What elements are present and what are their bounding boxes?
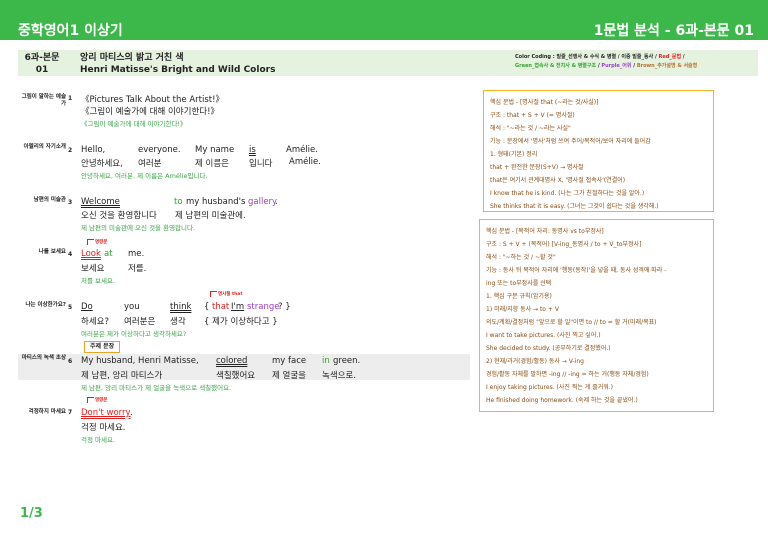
- korean-translation: 여러분은 제가 이상하다고 생각하세요?: [81, 330, 187, 338]
- grammar-tag: 명령문: [87, 237, 107, 245]
- row-label: 나를 보세요: [38, 249, 66, 255]
- row-label: 나는 이상한가요?: [25, 302, 66, 308]
- color-coding-legend: Color Coding : 밑줄_선행사 & 수식 & 병렬 / 이중 밑줄_…: [515, 54, 698, 69]
- korean-translation: 제 남편의 미술관에 오신 것을 환영합니다.: [81, 224, 196, 232]
- english-sentence: 《Pictures Talk About the Artist!》: [81, 95, 224, 105]
- book-title: 중학영어1 이상기: [18, 23, 123, 39]
- grammar-tag: 명사절 that: [210, 289, 243, 297]
- row-number: 3: [68, 199, 73, 206]
- row-number: 7: [68, 409, 73, 416]
- lesson-title-ko: 앙리 마티스의 밝고 거친 색: [80, 53, 184, 63]
- korean-translation: 저를 보세요.: [81, 277, 116, 285]
- korean-translation: 걱정 마세요.: [81, 436, 116, 444]
- grammar-box-gerund-vs-infinitive: 핵심 문법 - [목적어 자리: 동명사 vs to부정사] 구조 : S + …: [479, 219, 714, 412]
- row-number: 5: [68, 304, 73, 311]
- lesson-code: 6과-본문 01: [24, 53, 60, 75]
- page-number: 1/3: [20, 506, 43, 521]
- lesson-header: 6과-본문 01 앙리 마티스의 밝고 거친 색 Henri Matisse's…: [18, 50, 758, 76]
- korean-translation: 《그림이 예술가에 대해 이야기한다!》: [81, 120, 187, 128]
- grammar-box-noun-clause: 핵심 문법 - [명사절 that (~라는 것/사실)] 구조 : that …: [483, 90, 714, 212]
- korean-chunks: 《그림이 예술가에 대해 이야기한다!》: [81, 107, 219, 117]
- row-number: 6: [68, 358, 73, 365]
- row-number: 4: [68, 251, 73, 258]
- korean-translation: 제 남편, 앙리 마티스가 제 얼굴을 녹색으로 색칠했어요.: [81, 384, 232, 392]
- row-number: 1: [68, 95, 73, 102]
- korean-chunks: 걱정 마세요.: [81, 423, 126, 433]
- row-label: 걱정하지 마세요: [28, 409, 66, 415]
- section-title: 1문법 분석 - 6과-본문 01: [593, 23, 754, 39]
- grammar-tag: 명령문: [87, 395, 107, 403]
- row-label: 아멜리의 자기소개: [23, 144, 66, 150]
- korean-translation: 안녕하세요, 여러분. 제 이름은 Amélie입니다.: [81, 172, 208, 180]
- row-label: 그림이 말하는 예술가: [21, 94, 66, 107]
- topic-sentence-tag: 주제 문장: [84, 341, 121, 353]
- row-label: 마티스의 녹색 초상: [21, 355, 66, 361]
- top-banner: 중학영어1 이상기 1문법 분석 - 6과-본문 01: [0, 0, 768, 40]
- row-number: 2: [68, 147, 73, 154]
- row-label: 남편의 미술관: [33, 197, 66, 203]
- lesson-title-en: Henri Matisse's Bright and Wild Colors: [80, 65, 276, 75]
- lesson-title: 앙리 마티스의 밝고 거친 색 Henri Matisse's Bright a…: [80, 52, 275, 76]
